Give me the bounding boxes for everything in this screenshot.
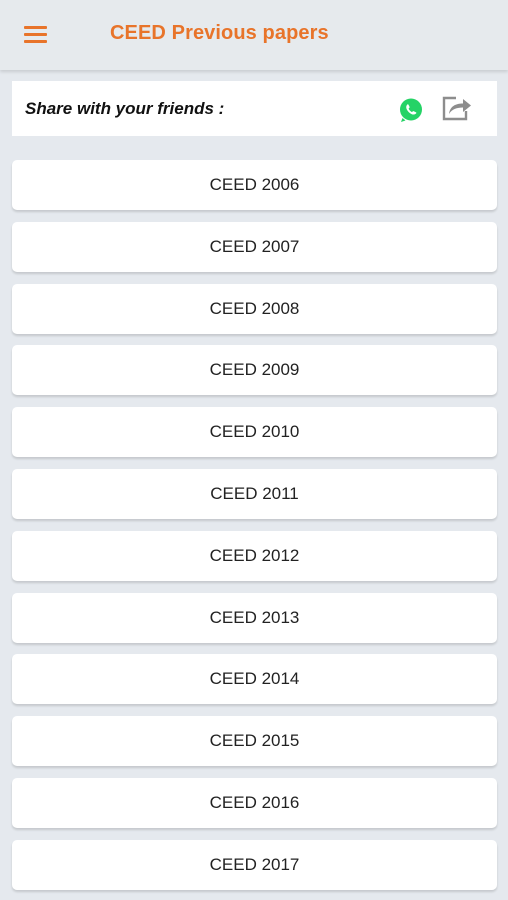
paper-item-label: CEED 2016 [209,792,300,812]
share-bar: Share with your friends : [12,81,497,136]
page-title: CEED Previous papers [110,22,329,44]
paper-item-label: CEED 2015 [209,731,300,751]
paper-item[interactable]: CEED 2006 [12,160,497,210]
paper-item-label: CEED 2017 [209,854,300,874]
paper-item[interactable]: CEED 2017 [12,839,497,890]
paper-item-label: CEED 2008 [209,298,300,318]
whatsapp-icon[interactable] [398,97,424,123]
share-label: Share with your friends : [25,99,225,118]
paper-item-label: CEED 2007 [209,236,300,256]
paper-item[interactable]: CEED 2016 [12,777,497,828]
paper-item-label: CEED 2014 [209,669,300,689]
paper-item-label: CEED 2009 [209,360,300,380]
paper-item[interactable]: CEED 2011 [12,468,497,519]
paper-item[interactable]: CEED 2009 [12,345,497,396]
paper-item[interactable]: CEED 2007 [12,221,497,272]
paper-item[interactable]: CEED 2013 [12,592,497,643]
paper-item-label: CEED 2013 [209,607,300,627]
paper-item[interactable]: CEED 2008 [12,283,497,334]
paper-item-label: CEED 2012 [209,545,300,565]
paper-item[interactable]: CEED 2010 [12,407,497,458]
paper-item[interactable]: CEED 2012 [12,530,497,581]
hamburger-menu-icon[interactable] [14,20,58,50]
app-bar: CEED Previous papers [0,0,508,70]
paper-item-label: CEED 2006 [209,175,300,194]
share-icon[interactable] [441,94,473,122]
paper-item-label: CEED 2011 [210,483,299,503]
paper-item[interactable]: CEED 2015 [12,716,497,767]
paper-item-label: CEED 2010 [209,422,300,442]
paper-list: CEED 2006 CEED 2007 CEED 2008 CEED 2009 CEED… [12,160,497,900]
paper-item[interactable]: CEED 2014 [12,654,497,705]
